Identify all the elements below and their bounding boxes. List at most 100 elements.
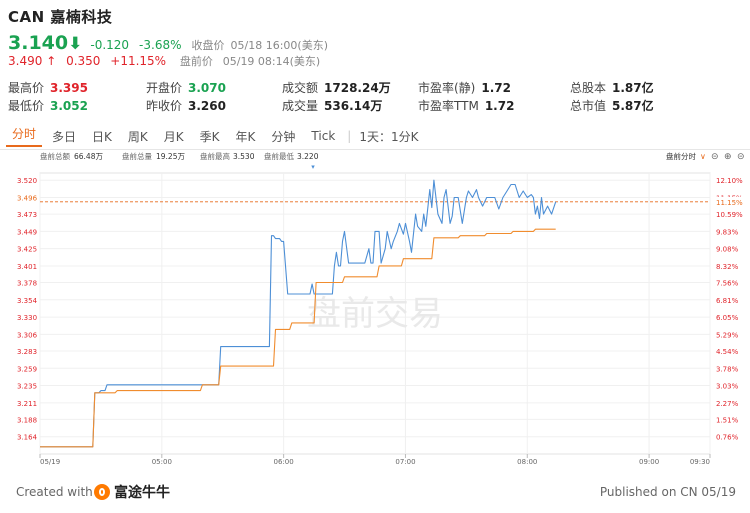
- tab-minute[interactable]: 分钟: [265, 128, 301, 145]
- y-tick-label: 3.473: [17, 211, 37, 219]
- chart-series: [40, 179, 557, 448]
- y-tick-label: 3.235: [17, 383, 37, 391]
- stat-value: 1.72: [484, 99, 515, 113]
- y-right-tick-label: 9.08%: [716, 246, 739, 254]
- tab-quarterly-k[interactable]: 季K: [194, 128, 226, 145]
- y-right-tick-label: 3.03%: [716, 383, 739, 391]
- info-volume-value: 19.25万: [156, 152, 185, 161]
- stat-label: 成交额: [282, 81, 319, 95]
- stat-shares: 总股本 1.87亿: [570, 79, 654, 96]
- x-tick-label: 08:00: [517, 458, 537, 466]
- close-label: 收盘价: [191, 39, 225, 52]
- stat-value: 1.87亿: [612, 81, 654, 95]
- y-tick-label: 3.211: [17, 400, 37, 408]
- chart-info-bar: 盘前总额 66.48万 盘前总量 19.25万 盘前最高 3.530 盘前最低 …: [40, 151, 745, 171]
- y-right-tick-label: 9.83%: [716, 228, 739, 236]
- y-right-tick-label: 10.59%: [716, 211, 743, 219]
- info-low-label: 盘前最低: [264, 151, 294, 161]
- y-axis-labels: 3.520 3.496 3.473 3.449 3.425 3.401 3.378 3.354…: [17, 177, 38, 442]
- tab-multi-day[interactable]: 多日: [46, 128, 82, 145]
- intraday-chart: 盘前交易 3.520 3.496 3.473 3.449 3.425 3.401 3.378…: [17, 151, 749, 466]
- y-tick-label: 3.401: [17, 263, 37, 271]
- stat-value: 1.72: [481, 81, 511, 95]
- stat-market-cap: 总市值 5.87亿: [570, 97, 654, 114]
- y-tick-label: 3.520: [17, 177, 37, 185]
- y-right-tick-label: 3.78%: [716, 365, 739, 373]
- stat-value: 1728.24万: [324, 81, 391, 95]
- stat-value: 5.87亿: [612, 99, 654, 113]
- y-right-tick-label: 4.54%: [716, 348, 739, 356]
- info-low-value: 3.220: [297, 152, 319, 161]
- y-tick-label: 3.425: [17, 246, 37, 254]
- y-tick-label: 3.283: [17, 348, 37, 356]
- zoom-out-alt-icon[interactable]: ⊝: [737, 152, 745, 162]
- stat-label: 总市值: [570, 99, 607, 113]
- stat-label: 总股本: [570, 81, 607, 95]
- price-change-pct: -3.68%: [139, 38, 182, 52]
- y-right-tick-label: 1.51%: [716, 416, 739, 424]
- stat-label: 昨收价: [146, 99, 183, 113]
- y-right-tick-label: 7.56%: [716, 280, 739, 288]
- crosshair-marker-icon: ▾: [311, 163, 315, 171]
- last-price: 3.140: [8, 32, 69, 54]
- tab-daily-k[interactable]: 日K: [86, 128, 118, 145]
- premarket-price: 3.490: [8, 54, 43, 68]
- y-tick-label: 3.449: [17, 228, 37, 236]
- close-time: 05/18 16:00(美东): [230, 39, 328, 52]
- brand-name: 富途牛牛: [114, 485, 170, 501]
- zoom-in-icon[interactable]: ⊕: [724, 152, 732, 162]
- premarket-change: 0.350: [66, 54, 101, 68]
- dropdown-icon[interactable]: ∨: [700, 152, 706, 161]
- y-tick-label: 3.330: [17, 314, 37, 322]
- y-tick-label: 3.188: [17, 416, 37, 424]
- info-volume-label: 盘前总量: [122, 151, 152, 161]
- published-label: Published on CN 05/19: [599, 485, 736, 499]
- price-row: 3.140 ⬇ -0.120 -3.68% 收盘价 05/18 16:00(美东…: [8, 32, 334, 54]
- brand: 富途牛牛: [94, 482, 170, 502]
- y-tick-label: 3.378: [17, 280, 37, 288]
- down-arrow-icon: ⬇: [68, 34, 83, 54]
- stock-title: CAN 嘉楠科技: [8, 8, 113, 26]
- stat-value: 3.070: [188, 81, 226, 95]
- x-tick-label: 05/19: [40, 458, 60, 466]
- stat-turnover: 成交额 1728.24万: [282, 79, 391, 96]
- price-change: -0.120: [90, 38, 130, 52]
- price-series-line: [40, 179, 557, 448]
- info-high-label: 盘前最高: [200, 151, 230, 161]
- stat-high: 最高价 3.395: [8, 79, 88, 96]
- x-tick-label: 09:00: [639, 458, 659, 466]
- up-arrow-icon: ↑: [46, 54, 57, 68]
- premarket-row: 3.490 ↑ 0.350 +11.15% 盘前价 05/19 08:14(美东…: [8, 53, 326, 69]
- zoom-out-icon[interactable]: ⊝: [711, 152, 719, 162]
- avg-price-series-line: [40, 228, 556, 448]
- y-tick-label: 3.306: [17, 331, 38, 339]
- y-tick-label: 3.354: [17, 297, 38, 305]
- y-right-tick-label: 12.10%: [716, 177, 743, 185]
- tab-monthly-k[interactable]: 月K: [158, 128, 190, 145]
- x-tick-label: 06:00: [274, 458, 294, 466]
- y-tick-label: 3.259: [17, 365, 37, 373]
- tab-1day-1min[interactable]: 1天：1分K: [353, 128, 424, 145]
- info-amount-label: 盘前总额: [40, 151, 70, 161]
- stat-label: 成交量: [282, 99, 319, 113]
- tab-intraday[interactable]: 分时: [6, 125, 43, 147]
- stat-volume: 成交量 536.14万: [282, 97, 382, 114]
- chart-right-title[interactable]: 盘前分时: [666, 151, 696, 161]
- premarket-label: 盘前价: [179, 55, 213, 68]
- tab-weekly-k[interactable]: 周K: [122, 128, 154, 145]
- y-tick-label: 3.496: [17, 194, 38, 202]
- stat-value: 3.052: [50, 99, 88, 113]
- tab-yearly-k[interactable]: 年K: [230, 128, 262, 145]
- stat-label: 市盈率TTM: [418, 99, 479, 113]
- chart-watermark: 盘前交易: [307, 294, 443, 334]
- x-axis-labels: 05/19 05:00 06:00 07:00 08:00 09:00 09:30: [40, 458, 710, 466]
- footer: Created with 富途牛牛 Published on CN 05/19: [16, 482, 736, 504]
- x-tick-label: 07:00: [395, 458, 415, 466]
- period-tabs: 分时 多日 日K 周K 月K 季K 年K 分钟 Tick | 1天：1分K: [6, 124, 428, 148]
- stat-low: 最低价 3.052: [8, 97, 88, 114]
- y-axis-right-labels: 12.10% 11.15% 10.59% 9.83% 9.08% 8.32% 7.56% 6.…: [711, 177, 749, 442]
- info-high-value: 3.530: [233, 152, 255, 161]
- y-right-tick-label: 6.05%: [716, 314, 739, 322]
- y-tick-label: 3.164: [17, 434, 38, 442]
- tab-tick[interactable]: Tick: [305, 129, 341, 143]
